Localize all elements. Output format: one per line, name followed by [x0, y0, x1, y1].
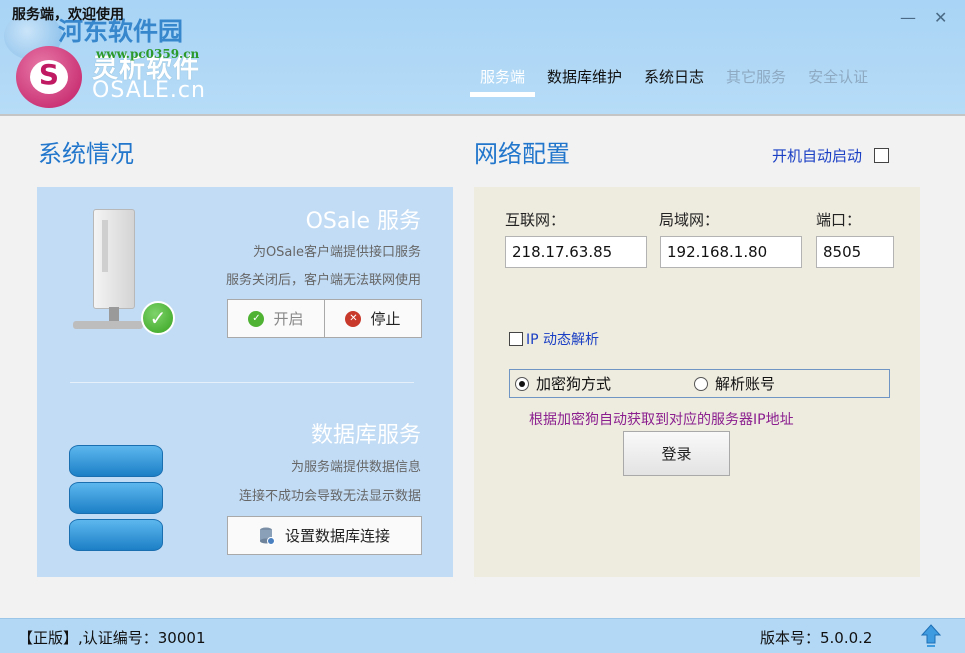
- autostart-option[interactable]: 开机自动启动: [772, 145, 890, 166]
- radio-dongle-indicator[interactable]: [515, 376, 529, 391]
- panel-divider: [70, 382, 414, 383]
- radio-dongle-label: 加密狗方式: [536, 375, 612, 393]
- minimize-icon[interactable]: —: [900, 8, 916, 27]
- stop-icon: ✕: [345, 310, 362, 327]
- database-connection-label: 设置数据库连接: [284, 527, 390, 545]
- dongle-hint: 根据加密狗自动获取到对应的服务器IP地址: [529, 412, 794, 428]
- stop-label: 停止: [370, 310, 401, 328]
- ip-dynamic-option[interactable]: IP 动态解析: [509, 329, 599, 349]
- tab-other-services[interactable]: 其它服务: [726, 64, 786, 97]
- start-button[interactable]: ✓ 开启: [228, 300, 324, 337]
- tab-security-auth[interactable]: 安全认证: [808, 64, 868, 97]
- tab-database-maintenance[interactable]: 数据库维护: [547, 64, 622, 97]
- check-icon: ✓: [141, 301, 175, 335]
- server-icon: ✓: [73, 209, 177, 341]
- autostart-checkbox[interactable]: [874, 148, 890, 163]
- stop-button[interactable]: ✕ 停止: [324, 300, 421, 337]
- start-label: 开启: [273, 310, 304, 328]
- header: S 灵析软件 OSALE.cn 河东软件园 www.pc0359.cn 服务端，…: [0, 0, 965, 114]
- lan-ip-field[interactable]: 192.168.1.80: [660, 236, 802, 268]
- header-divider: [0, 114, 965, 116]
- autostart-label: 开机自动启动: [772, 147, 863, 165]
- license-info: 【正版】,认证编号：30001: [18, 629, 206, 647]
- window-title: 服务端，欢迎使用: [12, 7, 124, 23]
- internet-ip-field[interactable]: 218.17.63.85: [505, 236, 647, 268]
- ip-dynamic-checkbox[interactable]: [509, 332, 523, 346]
- database-icon: [69, 445, 163, 553]
- play-icon: ✓: [248, 310, 265, 327]
- internet-label: 互联网：: [505, 211, 566, 229]
- logo-english-text: OSALE.cn: [92, 78, 206, 103]
- ip-dynamic-label: IP 动态解析: [526, 332, 600, 348]
- network-config-title: 网络配置: [474, 140, 570, 168]
- osale-service-desc: 为OSale客户端提供接口服务: [252, 245, 421, 260]
- osale-logo: S: [16, 46, 82, 108]
- database-connection-button[interactable]: 设置数据库连接: [227, 516, 422, 555]
- update-arrow-icon[interactable]: [920, 623, 942, 649]
- database-service-warning: 连接不成功会导致无法显示数据: [238, 489, 421, 504]
- watermark-url: www.pc0359.cn: [96, 47, 200, 61]
- close-icon[interactable]: ✕: [934, 8, 947, 27]
- osale-service-title: OSale 服务: [305, 209, 421, 234]
- tab-system-log[interactable]: 系统日志: [644, 64, 704, 97]
- login-button[interactable]: 登录: [623, 431, 730, 476]
- radio-account[interactable]: 解析账号: [694, 373, 775, 394]
- status-bar: 【正版】,认证编号：30001 版本号：5.0.0.2: [0, 618, 965, 653]
- network-config-panel: 互联网： 局域网： 端口： 218.17.63.85 192.168.1.80 …: [474, 187, 920, 577]
- resolve-mode-group: 加密狗方式 解析账号: [509, 369, 890, 398]
- version-info: 版本号：5.0.0.2: [760, 629, 873, 647]
- radio-account-indicator[interactable]: [694, 376, 709, 391]
- radio-account-label: 解析账号: [715, 375, 776, 393]
- tab-server[interactable]: 服务端: [469, 64, 536, 97]
- radio-dongle[interactable]: 加密狗方式: [515, 373, 611, 394]
- system-status-panel: ✓ OSale 服务 为OSale客户端提供接口服务 服务关闭后，客户端无法联网…: [37, 187, 453, 577]
- service-control-buttons: ✓ 开启 ✕ 停止: [227, 299, 422, 338]
- nav-tabs: 服务端 数据库维护 系统日志 其它服务 安全认证: [469, 64, 890, 97]
- system-status-title: 系统情况: [38, 140, 134, 168]
- database-service-desc: 为服务端提供数据信息: [290, 460, 421, 475]
- port-field[interactable]: 8505: [816, 236, 894, 268]
- database-service-title: 数据库服务: [310, 423, 421, 448]
- database-settings-icon: [259, 527, 275, 545]
- osale-service-warning: 服务关闭后，客户端无法联网使用: [225, 273, 421, 288]
- lan-label: 局域网：: [659, 211, 720, 229]
- port-label: 端口：: [816, 211, 862, 229]
